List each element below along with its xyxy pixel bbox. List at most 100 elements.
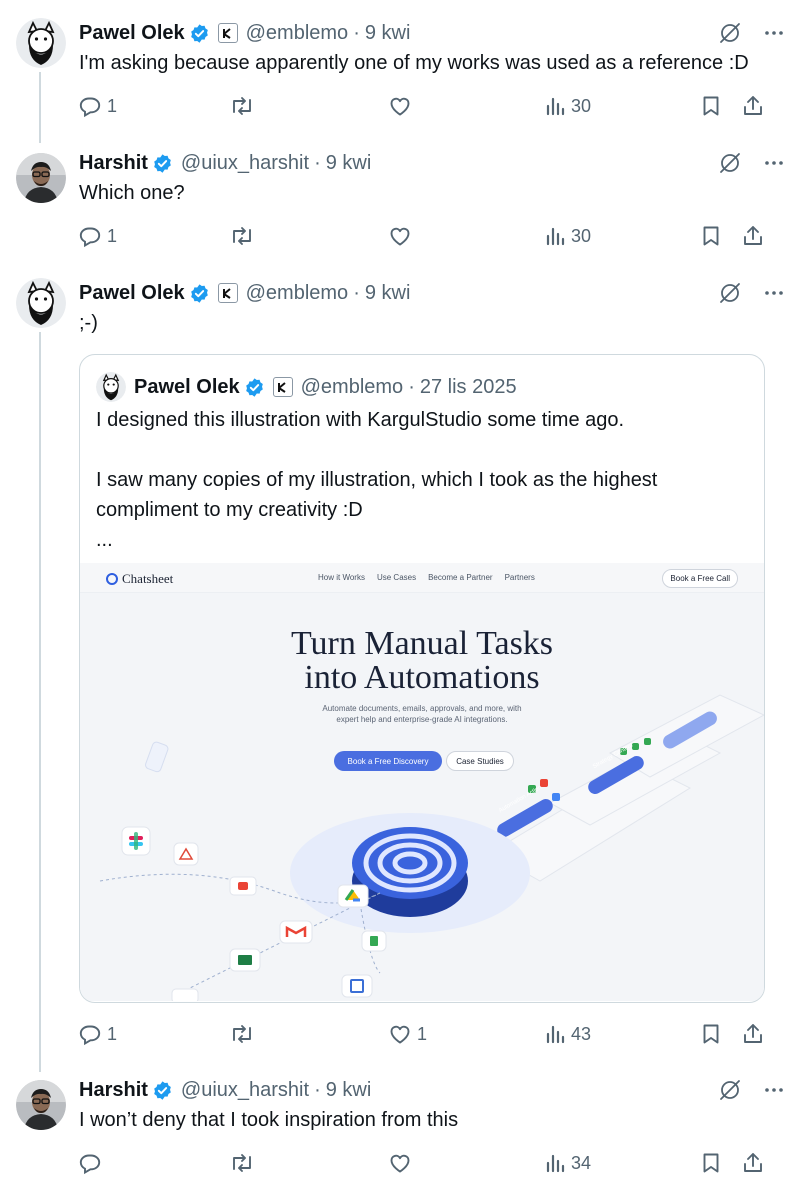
timestamp[interactable]: 27 lis 2025 <box>420 376 517 399</box>
grok-icon[interactable] <box>718 21 742 45</box>
quoted-tweet[interactable]: Pawel Olek @emblemo · 27 lis 2025 I desi… <box>79 354 765 1003</box>
timestamp[interactable]: 9 kwi <box>365 282 411 305</box>
media-nav-links: How it Works Use Cases Become a Partner … <box>318 573 535 582</box>
media-nav: Chatsheet How it Works Use Cases Become … <box>80 563 764 593</box>
share-button[interactable] <box>741 1148 765 1178</box>
handle[interactable]: @emblemo <box>301 376 404 399</box>
handle[interactable]: @uiux_harshit <box>181 1079 309 1102</box>
views-button[interactable]: 30 <box>545 91 591 121</box>
like-button[interactable]: 1 <box>387 1019 427 1049</box>
bookmark-button[interactable] <box>700 1148 722 1178</box>
bookmark-button[interactable] <box>700 1019 722 1049</box>
tweet[interactable]: Pawel Olek @emblemo · 9 kwi I'm asking b… <box>0 0 802 140</box>
reply-count: 1 <box>107 225 118 246</box>
display-name[interactable]: Harshit <box>79 1079 148 1102</box>
views-count: 43 <box>571 1023 592 1044</box>
avatar[interactable] <box>16 1080 66 1130</box>
share-icon <box>744 1024 762 1043</box>
handle[interactable]: @uiux_harshit <box>181 152 309 175</box>
bookmark-button[interactable] <box>700 91 722 121</box>
verified-badge-icon[interactable] <box>189 23 210 44</box>
affiliate-badge-icon[interactable] <box>217 283 238 303</box>
affiliate-badge-icon[interactable] <box>217 23 238 43</box>
verified-badge-icon[interactable] <box>244 377 265 398</box>
more-icon[interactable] <box>762 1078 786 1102</box>
affiliate-badge-icon[interactable] <box>272 377 293 397</box>
tweet[interactable]: Harshit @uiux_harshit · 9 kwi I won’t de… <box>0 1058 802 1200</box>
grok-icon[interactable] <box>718 281 742 305</box>
repost-button[interactable] <box>229 1019 259 1049</box>
harshit-avatar-image <box>16 1080 66 1130</box>
more-icon[interactable] <box>762 281 786 305</box>
timestamp[interactable]: 9 kwi <box>326 152 372 175</box>
views-count: 34 <box>571 1152 592 1173</box>
repost-icon <box>233 1025 251 1043</box>
reply-button[interactable] <box>79 1148 107 1178</box>
quoted-tweet-image[interactable]: Chatsheet How it Works Use Cases Become … <box>80 563 764 1001</box>
grok-icon[interactable] <box>718 151 742 175</box>
avatar[interactable] <box>16 18 66 68</box>
views-button[interactable]: 34 <box>545 1148 591 1178</box>
display-name[interactable]: Pawel Olek <box>79 282 185 305</box>
like-count: 1 <box>417 1023 428 1044</box>
views-button[interactable]: 30 <box>545 221 591 251</box>
like-button[interactable] <box>387 221 417 251</box>
tweet[interactable]: Harshit @uiux_harshit · 9 kwi Which one? <box>0 130 802 270</box>
timestamp[interactable]: 9 kwi <box>365 22 411 45</box>
handle[interactable]: @emblemo <box>246 282 349 305</box>
verified-badge-icon[interactable] <box>152 1080 173 1101</box>
tweet[interactable]: Pawel Olek @emblemo · 9 kwi ;-) Pawel Ol… <box>0 260 802 1060</box>
avatar[interactable] <box>96 372 126 402</box>
views-button[interactable]: 43 <box>545 1019 591 1049</box>
views-count: 30 <box>571 225 592 246</box>
display-name[interactable]: Pawel Olek <box>79 22 185 45</box>
bookmark-icon <box>703 1024 719 1044</box>
reply-icon <box>79 97 101 118</box>
handle[interactable]: @emblemo <box>246 22 349 45</box>
bookmark-icon <box>703 1153 719 1173</box>
avatar[interactable] <box>16 278 66 328</box>
share-icon <box>744 96 762 115</box>
display-name[interactable]: Harshit <box>79 152 148 175</box>
repost-button[interactable] <box>229 91 259 121</box>
bookmark-button[interactable] <box>700 221 722 251</box>
tweet-text: Which one? <box>79 182 185 204</box>
views-icon <box>546 227 565 246</box>
grok-icon[interactable] <box>718 1078 742 1102</box>
share-icon <box>744 226 762 245</box>
quoted-tweet-text: I designed this illustration with Kargul… <box>96 409 658 551</box>
bookmark-icon <box>703 226 719 246</box>
views-icon <box>546 1025 565 1044</box>
pawel-avatar-image <box>16 278 66 328</box>
media-subtext: Automate documents, emails, approvals, a… <box>322 704 522 724</box>
media-nav-cta: Book a Free Call <box>662 569 738 588</box>
timestamp[interactable]: 9 kwi <box>326 1079 372 1102</box>
share-button[interactable] <box>741 221 765 251</box>
display-name[interactable]: Pawel Olek <box>134 376 240 399</box>
repost-icon <box>233 97 251 115</box>
like-button[interactable] <box>387 91 417 121</box>
reply-button[interactable]: 1 <box>79 1019 117 1049</box>
more-icon[interactable] <box>762 21 786 45</box>
reply-count: 1 <box>107 1023 118 1044</box>
views-icon <box>546 97 565 116</box>
verified-badge-icon[interactable] <box>189 283 210 304</box>
tweet-text: I won’t deny that I took inspiration fro… <box>79 1109 459 1131</box>
repost-button[interactable] <box>229 1148 259 1178</box>
tweet-text: ;-) <box>79 312 98 334</box>
verified-badge-icon[interactable] <box>152 153 173 174</box>
reply-button[interactable]: 1 <box>79 91 117 121</box>
repost-button[interactable] <box>229 221 259 251</box>
reply-button[interactable]: 1 <box>79 221 117 251</box>
like-icon <box>390 1025 410 1044</box>
more-icon[interactable] <box>762 151 786 175</box>
like-icon <box>390 97 410 116</box>
share-button[interactable] <box>741 91 765 121</box>
reply-icon <box>79 1154 101 1175</box>
media-secondary-button: Case Studies <box>446 751 514 771</box>
avatar[interactable] <box>16 153 66 203</box>
like-icon <box>390 227 410 246</box>
like-button[interactable] <box>387 1148 417 1178</box>
share-button[interactable] <box>741 1019 765 1049</box>
media-primary-button: Book a Free Discovery <box>334 751 442 771</box>
